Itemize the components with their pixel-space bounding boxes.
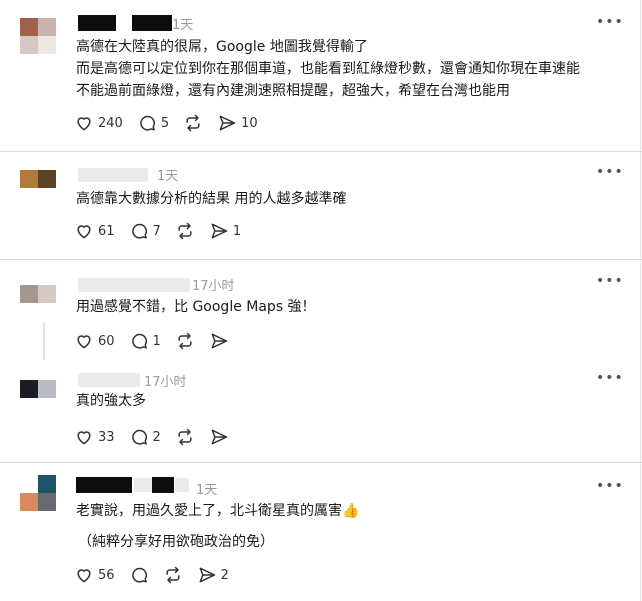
post-actions: 33 2 (74, 426, 243, 448)
comment-button[interactable]: 2 (129, 427, 161, 447)
share-button[interactable] (209, 427, 229, 447)
repost-icon (178, 428, 192, 446)
username-redacted[interactable] (175, 478, 189, 492)
share-button[interactable]: 1 (209, 221, 241, 241)
comment-icon (140, 115, 155, 131)
more-icon[interactable]: ••• (596, 164, 624, 180)
thread-line (43, 322, 45, 360)
post-text-line: 不能過前面綠燈，還有內建測速照相提醒，超強大，希望在台灣也能用 (76, 83, 510, 99)
username-redacted[interactable] (78, 278, 190, 292)
post-text-line: 老實說，用過久愛上了，北斗衛星真的厲害👍 (76, 503, 360, 519)
avatar[interactable] (20, 380, 56, 398)
more-icon[interactable]: ••• (596, 273, 624, 289)
comment-icon (131, 333, 147, 349)
username-redacted[interactable] (134, 478, 152, 492)
more-icon[interactable]: ••• (596, 370, 624, 386)
share-count: 10 (241, 115, 258, 131)
like-button[interactable]: 240 (74, 113, 123, 133)
post-text-line: 高德在大陸真的很屌，Google 地圖我覺得輸了 (76, 39, 368, 55)
comment-count: 2 (152, 429, 161, 445)
like-count: 60 (98, 333, 115, 349)
post-actions: 240 5 10 (74, 112, 272, 134)
post-text-line: （純粹分享好用欲砲政治的免） (78, 534, 274, 550)
repost-icon (178, 332, 192, 350)
post-actions: 56 2 (74, 564, 243, 586)
post-text-line: 高德靠大數據分析的結果 用的人越多越準確 (76, 191, 347, 207)
heart-icon (77, 431, 91, 445)
comment-button[interactable]: 7 (129, 221, 161, 241)
username-redacted[interactable] (132, 15, 172, 31)
like-button[interactable]: 61 (74, 221, 115, 241)
like-count: 56 (98, 567, 115, 583)
post-2: 1天 ••• 高德靠大數據分析的結果 用的人越多越準確 61 7 1 (0, 152, 641, 259)
avatar[interactable] (20, 285, 56, 303)
comment-icon (131, 429, 147, 445)
repost-button[interactable] (175, 221, 195, 241)
share-count: 1 (232, 223, 242, 239)
repost-button[interactable] (175, 427, 195, 447)
repost-button[interactable] (175, 331, 195, 351)
heart-icon (77, 225, 91, 239)
avatar[interactable] (20, 475, 56, 511)
comment-count: 5 (160, 115, 170, 131)
post-3: 17小时 ••• 用過感覺不錯，比 Google Maps 強！ 60 1 (0, 260, 641, 364)
post-text-line: 而是高德可以定位到你在那個車道，也能看到紅綠燈秒數，還會通知你現在車速能 (76, 61, 580, 77)
share-icon (219, 115, 236, 131)
repost-icon (186, 114, 200, 132)
post-text-line: 用過感覺不錯，比 Google Maps 強！ (76, 299, 316, 315)
share-icon (211, 429, 228, 445)
post-text-line: 真的強太多 (76, 393, 146, 409)
repost-button[interactable] (183, 113, 203, 133)
avatar[interactable] (20, 18, 56, 54)
like-count: 61 (98, 223, 115, 239)
username-redacted[interactable] (78, 15, 116, 31)
post-time: 17小时 (192, 279, 235, 294)
username-redacted[interactable] (78, 168, 148, 182)
post-time: 1天 (196, 483, 218, 498)
like-count: 33 (98, 429, 115, 445)
repost-button[interactable] (163, 565, 183, 585)
comment-count: 1 (152, 333, 161, 349)
post-time: 17小时 (144, 375, 187, 390)
post-actions: 61 7 1 (74, 220, 255, 242)
share-icon (211, 333, 228, 349)
share-icon (211, 223, 228, 239)
post-4: 17小时 ••• 真的強太多 33 2 (0, 364, 641, 462)
username-redacted[interactable] (78, 373, 140, 387)
post-1: 1天 ••• 高德在大陸真的很屌，Google 地圖我覺得輸了 而是高德可以定位… (0, 0, 641, 151)
post-time: 1天 (172, 18, 194, 33)
comment-button[interactable] (129, 565, 149, 585)
comment-icon (131, 567, 147, 583)
share-count: 2 (220, 567, 229, 583)
heart-icon (77, 335, 91, 349)
like-button[interactable]: 56 (74, 565, 115, 585)
more-icon[interactable]: ••• (596, 478, 624, 494)
share-button[interactable] (209, 331, 229, 351)
repost-icon (165, 566, 180, 584)
share-button[interactable]: 10 (217, 113, 258, 133)
repost-icon (178, 222, 192, 240)
heart-icon (77, 117, 91, 131)
share-button[interactable]: 2 (197, 565, 229, 585)
more-icon[interactable]: ••• (596, 14, 624, 30)
username-redacted[interactable] (152, 477, 174, 493)
avatar[interactable] (20, 170, 56, 188)
post-time: 1天 (157, 169, 179, 184)
comment-icon (131, 223, 147, 239)
comment-button[interactable]: 5 (137, 113, 169, 133)
username-redacted[interactable] (76, 477, 132, 493)
post-actions: 60 1 (74, 330, 243, 352)
heart-icon (77, 569, 91, 583)
post-5: 1天 ••• 老實說，用過久愛上了，北斗衛星真的厲害👍 （純粹分享好用欲砲政治的… (0, 463, 641, 601)
like-button[interactable]: 60 (74, 331, 115, 351)
like-button[interactable]: 33 (74, 427, 115, 447)
comment-count: 7 (152, 223, 161, 239)
share-icon (199, 567, 215, 583)
comment-button[interactable]: 1 (129, 331, 161, 351)
like-count: 240 (98, 115, 123, 131)
